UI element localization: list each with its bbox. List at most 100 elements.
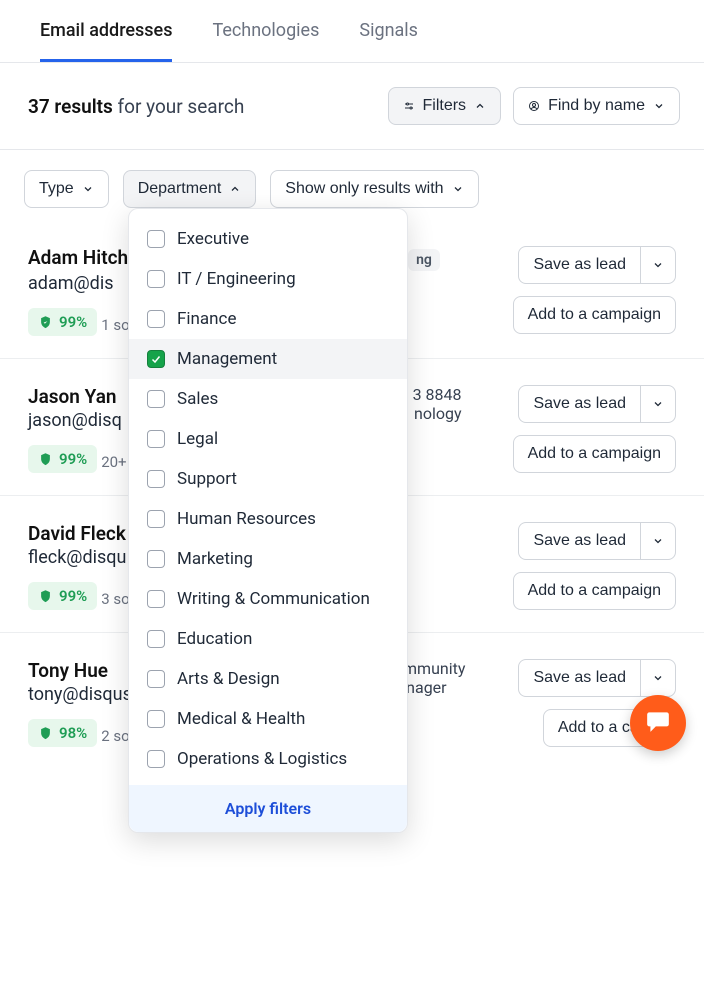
- shield-icon: [38, 315, 53, 330]
- checkbox[interactable]: [147, 430, 165, 448]
- checkbox[interactable]: [147, 590, 165, 608]
- dept-option-label: Arts & Design: [177, 669, 280, 689]
- filter-department-label: Department: [138, 180, 222, 198]
- dept-option-label: Human Resources: [177, 509, 316, 529]
- chat-fab[interactable]: [630, 695, 686, 751]
- dept-option-label: Marketing: [177, 549, 253, 569]
- chat-icon: [645, 708, 671, 738]
- checkbox[interactable]: [147, 630, 165, 648]
- save-lead-button[interactable]: Save as lead: [518, 659, 640, 697]
- add-campaign-button[interactable]: Add to a campaign: [513, 435, 676, 473]
- checkbox[interactable]: [147, 230, 165, 248]
- filter-type-label: Type: [39, 180, 74, 198]
- tab-signals[interactable]: Signals: [359, 20, 418, 62]
- checkbox[interactable]: [147, 390, 165, 408]
- find-by-name-button[interactable]: Find by name: [513, 87, 680, 125]
- dept-option[interactable]: Arts & Design: [129, 659, 407, 699]
- save-lead-caret[interactable]: [640, 522, 676, 560]
- controls-row: 37 results for your search Filters Find …: [0, 63, 704, 150]
- phone-partial: 3 8848: [413, 385, 462, 404]
- checkbox[interactable]: [147, 750, 165, 768]
- checkbox[interactable]: [147, 670, 165, 688]
- chevron-up-icon: [229, 183, 241, 195]
- verification-pct: 99%: [59, 450, 87, 468]
- save-lead-button[interactable]: Save as lead: [518, 522, 640, 560]
- dept-option[interactable]: Marketing: [129, 539, 407, 579]
- find-by-name-label: Find by name: [548, 97, 645, 115]
- verification-badge: 99%: [28, 582, 97, 610]
- tab-technologies[interactable]: Technologies: [212, 20, 319, 62]
- dept-option[interactable]: Human Resources: [129, 499, 407, 539]
- dept-option-label: Support: [177, 469, 237, 489]
- shield-icon: [38, 726, 53, 741]
- filters-label: Filters: [423, 97, 467, 115]
- chevron-down-icon: [653, 100, 665, 112]
- save-lead-caret[interactable]: [640, 385, 676, 423]
- results-count: 37 results for your search: [28, 95, 244, 118]
- dept-option[interactable]: Medical & Health: [129, 699, 407, 739]
- results-count-suffix: for your search: [118, 95, 245, 118]
- user-circle-icon: [528, 100, 540, 112]
- tab-email[interactable]: Email addresses: [40, 20, 172, 62]
- add-campaign-button[interactable]: Add to a campaign: [513, 572, 676, 610]
- checkbox[interactable]: [147, 270, 165, 288]
- apply-filters-button[interactable]: Apply filters: [129, 785, 407, 832]
- filter-department[interactable]: Department: [123, 170, 257, 208]
- checkbox[interactable]: [147, 710, 165, 728]
- dept-option-label: Writing & Communication: [177, 589, 370, 609]
- results-count-number: 37 results: [28, 95, 113, 118]
- dept-option-label: Education: [177, 629, 252, 649]
- dept-option[interactable]: Operations & Logistics: [129, 739, 407, 779]
- dept-option[interactable]: Sales: [129, 379, 407, 419]
- filter-show-only-label: Show only results with: [285, 180, 443, 198]
- dept-option[interactable]: Education: [129, 619, 407, 659]
- checkbox[interactable]: [147, 310, 165, 328]
- department-dropdown: Executive IT / Engineering Finance Manageme…: [128, 208, 408, 833]
- chevron-down-icon: [652, 398, 664, 410]
- checkbox[interactable]: [147, 550, 165, 568]
- filter-show-only[interactable]: Show only results with: [270, 170, 478, 208]
- dept-option-label: Sales: [177, 389, 218, 409]
- shield-icon: [38, 452, 53, 467]
- filter-type[interactable]: Type: [24, 170, 109, 208]
- chevron-down-icon: [652, 672, 664, 684]
- checkbox[interactable]: [147, 350, 165, 368]
- filters-button[interactable]: Filters: [388, 87, 502, 125]
- save-lead-caret[interactable]: [640, 659, 676, 697]
- verification-pct: 98%: [59, 724, 87, 742]
- save-lead-button[interactable]: Save as lead: [518, 385, 640, 423]
- verification-badge: 99%: [28, 445, 97, 473]
- dept-option[interactable]: Support: [129, 459, 407, 499]
- verification-pct: 99%: [59, 313, 87, 331]
- checkbox[interactable]: [147, 470, 165, 488]
- chevron-down-icon: [652, 259, 664, 271]
- dept-option-label: Operations & Logistics: [177, 749, 347, 769]
- dept-option-label: Executive: [177, 229, 249, 249]
- dept-option[interactable]: Management: [129, 339, 407, 379]
- chevron-up-icon: [474, 100, 486, 112]
- dept-option-label: IT / Engineering: [177, 269, 296, 289]
- person-tag: ng: [408, 249, 440, 271]
- verification-badge: 99%: [28, 308, 97, 336]
- dept-option[interactable]: Writing & Communication: [129, 579, 407, 619]
- shield-icon: [38, 589, 53, 604]
- dept-option-label: Finance: [177, 309, 236, 329]
- verification-pct: 99%: [59, 587, 87, 605]
- dept-option[interactable]: Executive: [129, 219, 407, 259]
- verification-badge: 98%: [28, 719, 97, 747]
- dept-option[interactable]: Finance: [129, 299, 407, 339]
- dept-option-label: Management: [177, 349, 277, 369]
- dept-option-label: Legal: [177, 429, 218, 449]
- dept-option[interactable]: Legal: [129, 419, 407, 459]
- dept-partial: nology: [413, 404, 462, 423]
- dept-option-label: Medical & Health: [177, 709, 305, 729]
- save-lead-caret[interactable]: [640, 246, 676, 284]
- chevron-down-icon: [452, 183, 464, 195]
- sliders-icon: [403, 100, 415, 112]
- save-lead-button[interactable]: Save as lead: [518, 246, 640, 284]
- add-campaign-button[interactable]: Add to a campaign: [513, 296, 676, 334]
- checkbox[interactable]: [147, 510, 165, 528]
- dept-option[interactable]: IT / Engineering: [129, 259, 407, 299]
- tabs: Email addresses Technologies Signals: [0, 0, 704, 63]
- chevron-down-icon: [652, 535, 664, 547]
